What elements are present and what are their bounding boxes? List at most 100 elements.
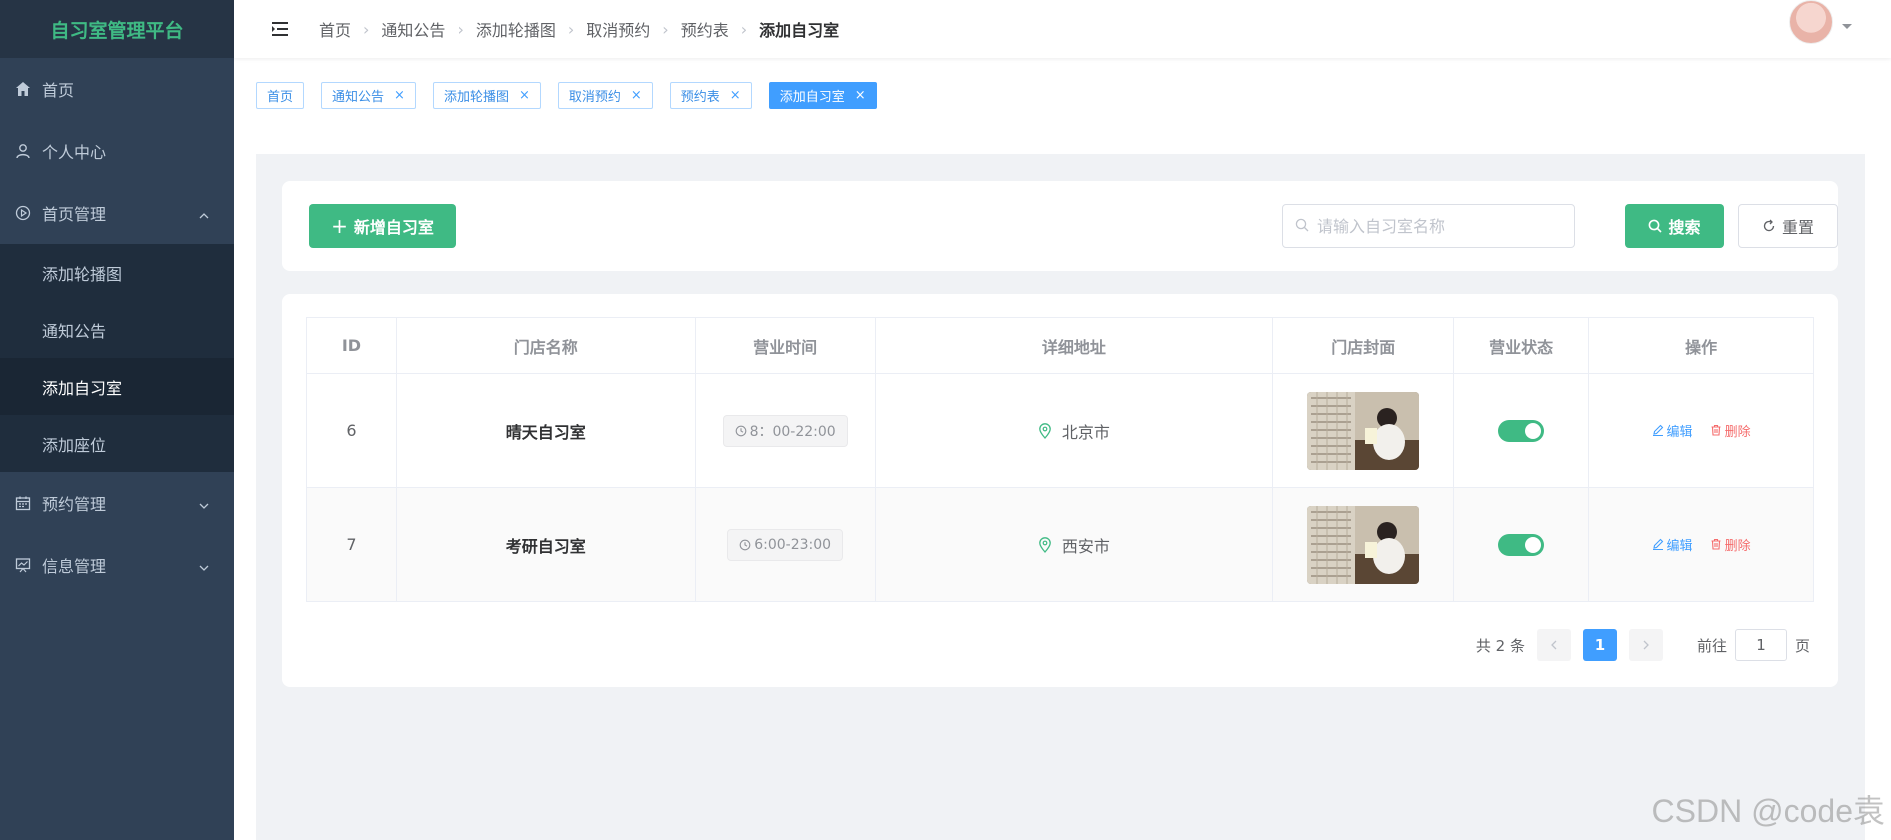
toolbar-card: + 新增自习室 搜索 重置 [282, 181, 1838, 271]
sidebar-item-info-management[interactable]: 信息管理 [0, 534, 234, 596]
breadcrumb-current: 添加自习室 [759, 21, 840, 40]
tag-label: 添加轮播图 [443, 90, 509, 105]
column-header-actions[interactable]: 操作 [1588, 317, 1814, 374]
page-number-button[interactable]: 1 [1582, 629, 1617, 661]
add-study-room-button[interactable]: + 新增自习室 [309, 204, 456, 248]
close-icon[interactable]: × [394, 88, 405, 103]
caret-down-icon[interactable] [1841, 16, 1853, 35]
breadcrumb-item[interactable]: 预约表 [681, 17, 729, 41]
search-button-label: 搜索 [1668, 218, 1701, 237]
address-text: 北京市 [1061, 422, 1110, 442]
column-header-status[interactable]: 营业状态 [1453, 317, 1590, 374]
cell-hours: 6:00-23:00 [694, 487, 876, 602]
calendar-icon [14, 494, 32, 512]
tag-notice[interactable]: 通知公告 × [321, 82, 416, 109]
cell-status [1453, 487, 1590, 602]
breadcrumb-separator-icon: › [567, 19, 575, 39]
hours-text: 6:00-23:00 [754, 536, 832, 553]
sidebar-item-label: 信息管理 [42, 557, 107, 576]
cell-hours: 8：00-22:00 [694, 373, 876, 488]
watermark: CSDN @code袁 [1651, 793, 1885, 829]
breadcrumb-separator-icon: › [740, 19, 748, 39]
tag-label: 添加自习室 [779, 90, 845, 105]
delete-button[interactable]: 删除 [1710, 421, 1751, 440]
hours-text: 8：00-22:00 [749, 423, 836, 440]
breadcrumb-item[interactable]: 添加轮播图 [476, 17, 556, 41]
status-toggle[interactable] [1498, 419, 1545, 442]
breadcrumb-item[interactable]: 通知公告 [381, 17, 445, 41]
column-header-id[interactable]: ID [306, 317, 397, 374]
tag-add-study-room[interactable]: 添加自习室 × [768, 82, 877, 109]
avatar[interactable] [1789, 0, 1833, 44]
tag-reservation-table[interactable]: 预约表 × [669, 82, 752, 109]
breadcrumb-item[interactable]: 取消预约 [586, 17, 650, 41]
tag-add-carousel[interactable]: 添加轮播图 × [432, 82, 541, 109]
column-header-address[interactable]: 详细地址 [874, 317, 1274, 374]
cell-status [1453, 373, 1590, 488]
chevron-down-icon [198, 559, 210, 578]
sidebar-item-reservation-management[interactable]: 预约管理 [0, 472, 234, 534]
table-row[interactable]: 7 考研自习室 6:00-23:00 西安市 编辑 删除 [306, 487, 1814, 602]
status-toggle[interactable] [1498, 533, 1545, 556]
next-page-button[interactable] [1628, 629, 1663, 661]
cover-image[interactable] [1307, 505, 1420, 584]
search-field[interactable] [1282, 204, 1575, 248]
sidebar-item-home-management[interactable]: 首页管理 [0, 182, 234, 244]
home-icon [14, 80, 32, 98]
edit-icon [1652, 538, 1664, 551]
table-row[interactable]: 6 晴天自习室 8：00-22:00 北京市 编辑 删除 [306, 373, 1814, 488]
close-icon[interactable]: × [631, 88, 642, 103]
delete-label: 删除 [1724, 424, 1751, 440]
address: 北京市 [1038, 419, 1110, 443]
breadcrumb-separator-icon: › [662, 19, 669, 39]
sidebar-item-notice[interactable]: 通知公告 [0, 301, 234, 358]
goto-page-input[interactable] [1734, 629, 1787, 661]
search-input[interactable] [1317, 216, 1557, 236]
pagination: 共 2 条 1 前往 页 [1476, 629, 1810, 661]
sidebar-item-add-seat[interactable]: 添加座位 [0, 415, 234, 472]
table-card: ID 门店名称 营业时间 详细地址 门店封面 营业状态 操作 6 晴天自习室 8… [282, 294, 1838, 687]
search-button[interactable]: 搜索 [1625, 204, 1724, 248]
app-logo-title: 自习室管理平台 [0, 0, 234, 58]
top-navbar: 首页 › 通知公告 › 添加轮播图 › 取消预约 › 预约表 › 添加自习室 [234, 0, 1891, 58]
main-content: + 新增自习室 搜索 重置 [256, 154, 1865, 840]
tag-label: 预约表 [680, 90, 720, 105]
breadcrumb-item[interactable]: 首页 [319, 17, 351, 41]
close-icon[interactable]: × [519, 88, 530, 103]
column-header-hours[interactable]: 营业时间 [694, 317, 876, 374]
close-icon[interactable]: × [855, 88, 866, 103]
cell-cover [1272, 373, 1455, 488]
add-button-label: 新增自习室 [353, 218, 434, 237]
tag-cancel-reservation[interactable]: 取消预约 × [557, 82, 653, 109]
cover-image[interactable] [1307, 391, 1420, 470]
tag-home[interactable]: 首页 [256, 82, 305, 109]
delete-button[interactable]: 删除 [1710, 535, 1751, 554]
sidebar-item-add-carousel[interactable]: 添加轮播图 [0, 244, 234, 301]
chevron-down-icon [198, 497, 210, 516]
prev-page-button[interactable] [1536, 629, 1571, 661]
column-header-cover[interactable]: 门店封面 [1272, 317, 1455, 374]
user-icon [14, 142, 32, 160]
breadcrumb-separator-icon: › [363, 19, 370, 39]
submenu-home-management: 添加轮播图 通知公告 添加自习室 添加座位 [0, 244, 234, 472]
cell-name: 晴天自习室 [395, 373, 696, 488]
address: 西安市 [1038, 533, 1110, 557]
sidebar-item-profile[interactable]: 个人中心 [0, 120, 234, 182]
tag-label: 取消预约 [568, 90, 621, 105]
close-icon[interactable]: × [730, 88, 741, 103]
column-header-name[interactable]: 门店名称 [395, 317, 696, 374]
edit-button[interactable]: 编辑 [1652, 535, 1693, 554]
trash-icon [1710, 424, 1722, 436]
chart-icon [14, 556, 32, 574]
sidebar-item-home[interactable]: 首页 [0, 58, 234, 120]
cell-id: 6 [306, 373, 397, 488]
sidebar-item-add-study-room[interactable]: 添加自习室 [0, 358, 234, 415]
edit-button[interactable]: 编辑 [1652, 421, 1693, 440]
edit-icon [1652, 424, 1664, 437]
location-icon [1038, 536, 1052, 553]
reset-button[interactable]: 重置 [1738, 204, 1838, 248]
chevron-left-icon [1551, 640, 1557, 650]
hamburger-menu-icon[interactable] [269, 18, 291, 40]
sidebar-item-label: 首页管理 [42, 205, 107, 224]
cell-actions: 编辑 删除 [1588, 373, 1814, 488]
